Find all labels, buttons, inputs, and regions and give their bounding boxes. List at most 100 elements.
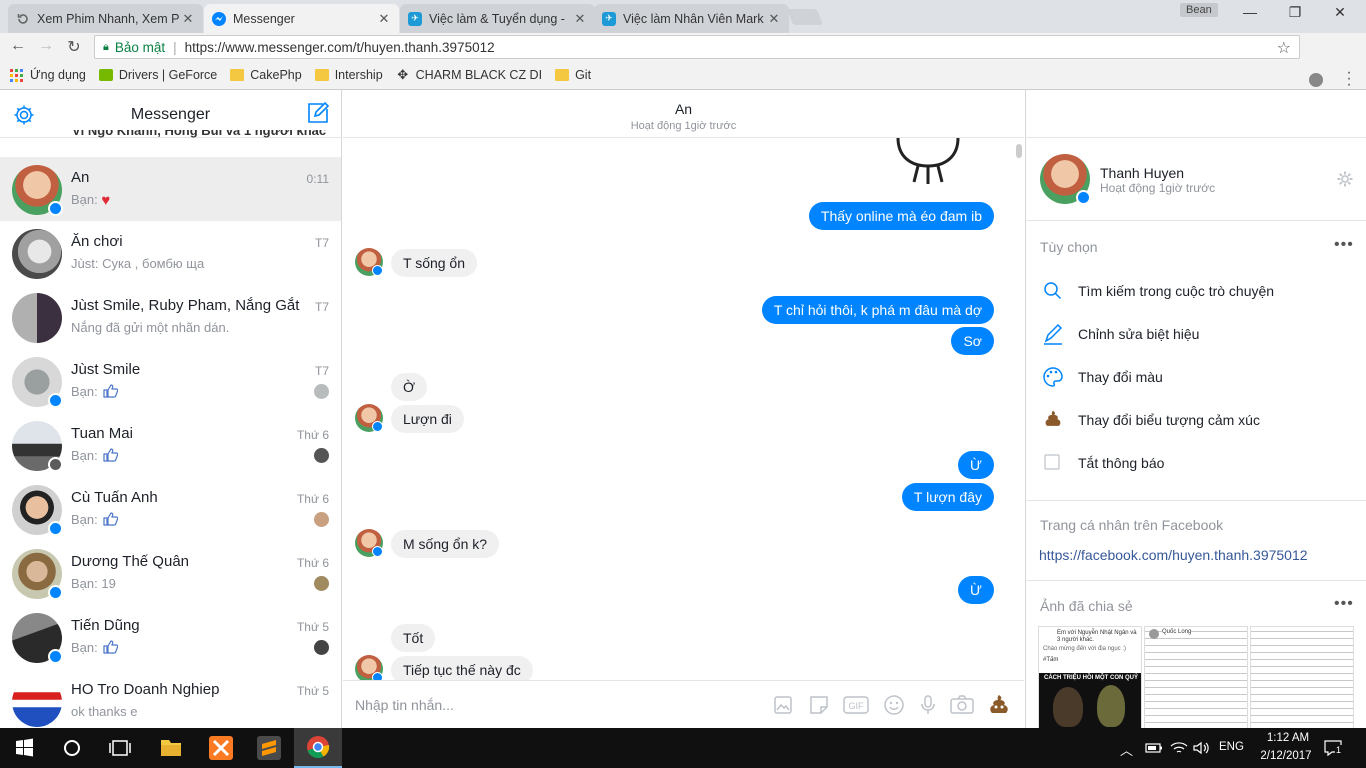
search-circle-icon[interactable] [48, 728, 96, 768]
option-label: Thay đổi màu [1078, 369, 1163, 385]
language-indicator[interactable]: ENG [1219, 741, 1244, 753]
xampp-icon[interactable] [197, 728, 245, 768]
camera-icon[interactable] [949, 693, 974, 717]
clock-time[interactable]: 1:12 AM [1258, 732, 1318, 744]
gif-icon[interactable]: GIF [843, 693, 869, 717]
conversation-name: Jùst Smile, Ruby Pham, Nắng Gắt [71, 297, 300, 314]
incoming-message[interactable]: Ờ [391, 373, 428, 401]
bookmark-geforce[interactable]: Drivers | GeForce [98, 68, 217, 82]
facebook-profile-link[interactable]: https://facebook.com/huyen.thanh.3975012 [1039, 547, 1308, 563]
bookmark-cakephp[interactable]: CakePhp [230, 68, 302, 82]
facebook-profile-label: Trang cá nhân trên Facebook [1040, 517, 1224, 533]
reload-button[interactable]: ↻ [63, 37, 85, 57]
conversation-item[interactable]: Dương Thế Quân Bạn: 19 Thứ 6 [0, 541, 341, 605]
conversation-item[interactable]: Tiến Dũng Bạn: Thứ 5 [0, 605, 341, 669]
close-icon[interactable]: ✕ [573, 11, 587, 27]
new-tab-button[interactable] [787, 9, 823, 25]
incoming-message[interactable]: Tiếp tục thế này đc [391, 656, 533, 680]
outgoing-message[interactable]: T lượn đây [901, 483, 994, 511]
battery-icon[interactable] [1145, 741, 1163, 758]
bookmark-charm-black[interactable]: ✥ CHARM BLACK CZ DI [396, 68, 542, 82]
bookmark-star-icon[interactable]: ☆ [1277, 38, 1291, 58]
bookmark-intership[interactable]: Intership [314, 68, 383, 82]
conversation-time: T7 [314, 300, 329, 314]
message-list[interactable]: Thấy online mà éo đam ib T sống ổn T chỉ… [343, 138, 1024, 680]
outgoing-message[interactable]: T chỉ hỏi thôi, k phá m đâu mà dợ [761, 296, 994, 324]
conversation-item[interactable]: Jùst Smile Bạn: T7 [0, 349, 341, 413]
file-explorer-icon[interactable] [147, 728, 195, 768]
avatar [1149, 629, 1159, 639]
conversation-item[interactable]: An Bạn: ♥ 0:11 [0, 157, 341, 221]
chrome-taskbar-icon[interactable] [294, 728, 342, 768]
conversation-item[interactable]: HO Tro Doanh Nghiep ok thanks e Thứ 5 [0, 669, 341, 728]
close-icon[interactable]: ✕ [181, 11, 195, 27]
close-icon[interactable]: ✕ [377, 11, 391, 27]
url-text[interactable]: https://www.messenger.com/t/huyen.thanh.… [185, 40, 495, 55]
compose-icon[interactable] [306, 101, 330, 128]
option-search-conversation[interactable]: Tìm kiếm trong cuộc trò chuyện [1026, 271, 1366, 311]
message-input[interactable]: Nhập tin nhắn... [355, 697, 454, 713]
profile-button[interactable]: Bean [1180, 3, 1218, 17]
settings-gear-icon[interactable] [1336, 170, 1354, 191]
tab-viec-lam-2[interactable]: ✈ Việc làm Nhân Viên Mark ✕ [594, 4, 789, 33]
conversation-item[interactable]: Cù Tuấn Anh Bạn: Thứ 6 [0, 477, 341, 541]
tray-expand-icon[interactable]: ︿ [1120, 740, 1133, 759]
outgoing-message[interactable]: Sơ [951, 327, 994, 355]
back-button[interactable]: ← [7, 37, 29, 57]
option-edit-nickname[interactable]: Chỉnh sửa biệt hiệu [1026, 314, 1366, 354]
shared-photo[interactable]: Quốc Long [1144, 626, 1248, 728]
messenger-icon [212, 11, 226, 26]
omnibox[interactable]: 🔒︎ Bảo mật | https://www.messenger.com/t… [94, 35, 1300, 59]
maximize-button[interactable]: ❐ [1275, 4, 1315, 24]
task-view-icon[interactable] [96, 728, 144, 768]
job-site-icon: ✈ [408, 11, 422, 26]
more-options-icon[interactable]: ••• [1334, 236, 1354, 254]
like-icon [103, 448, 119, 462]
scrollbar[interactable] [1016, 144, 1022, 158]
poop-emoji-icon[interactable] [986, 693, 1010, 717]
microphone-icon[interactable] [916, 693, 940, 717]
windows-taskbar: ︿ ENG 1:12 AM 2/12/2017 1 [0, 728, 1366, 768]
option-change-emoji[interactable]: Thay đổi biểu tượng cảm xúc [1026, 400, 1366, 440]
close-icon[interactable]: ✕ [767, 11, 781, 27]
bookmark-git[interactable]: Git [555, 68, 591, 82]
move-icon: ✥ [397, 67, 409, 82]
conversation-item[interactable]: Tuan Mai Bạn: Thứ 6 [0, 413, 341, 477]
forward-button[interactable]: → [35, 37, 57, 57]
windows-start-icon[interactable] [0, 728, 48, 768]
minimize-button[interactable]: — [1230, 4, 1270, 24]
sidebar-title: Messenger [130, 106, 211, 123]
outgoing-message[interactable]: Ừ [958, 451, 994, 479]
conversation-item[interactable]: Jùst Smile, Ruby Pham, Nắng Gắt Nắng đã … [0, 285, 341, 349]
option-mute-notifications[interactable]: Tắt thông báo [1026, 443, 1366, 483]
conversation-item[interactable]: Ăn chơi Jùst: Сука , бомбю ща T7 [0, 221, 341, 285]
close-window-button[interactable]: ✕ [1320, 4, 1360, 24]
shared-photo[interactable]: Em với Nguyễn Nhật Ngân và 3 người khác.… [1038, 626, 1142, 728]
tab-viec-lam-1[interactable]: ✈ Việc làm & Tuyển dụng - ✕ [400, 4, 595, 33]
sticker-icon[interactable] [807, 693, 831, 717]
checkbox-icon[interactable] [1042, 452, 1064, 474]
conversation-snippet: Bạn: [71, 512, 119, 527]
emoji-icon[interactable] [882, 693, 906, 717]
conversation-time: 0:11 [306, 172, 329, 186]
seen-avatar [314, 512, 329, 527]
image-icon[interactable] [771, 693, 795, 717]
more-options-icon[interactable]: ••• [1334, 595, 1354, 613]
sublime-text-icon[interactable] [245, 728, 293, 768]
incoming-message[interactable]: Tốt [391, 624, 436, 652]
network-icon[interactable] [1170, 740, 1188, 759]
tab-xem-phim[interactable]: Xem Phim Nhanh, Xem P ✕ [8, 4, 203, 33]
outgoing-message[interactable]: Thấy online mà éo đam ib [808, 202, 994, 230]
incoming-message[interactable]: M sống ổn k? [391, 530, 500, 558]
clock-date[interactable]: 2/12/2017 [1254, 750, 1318, 762]
outgoing-message[interactable]: Ừ [958, 576, 994, 604]
incoming-message[interactable]: T sống ổn [391, 249, 478, 277]
snippet-text: Bạn: [71, 640, 98, 655]
shared-photo[interactable] [1250, 626, 1354, 728]
message-composer[interactable]: Nhập tin nhắn... GIF [343, 680, 1024, 728]
incoming-message[interactable]: Lượn đi [391, 405, 464, 433]
option-change-color[interactable]: Thay đổi màu [1026, 357, 1366, 397]
bookmark-apps[interactable]: Ứng dụng [10, 68, 86, 82]
tab-messenger[interactable]: Messenger ✕ [204, 4, 399, 33]
volume-icon[interactable] [1192, 740, 1210, 759]
